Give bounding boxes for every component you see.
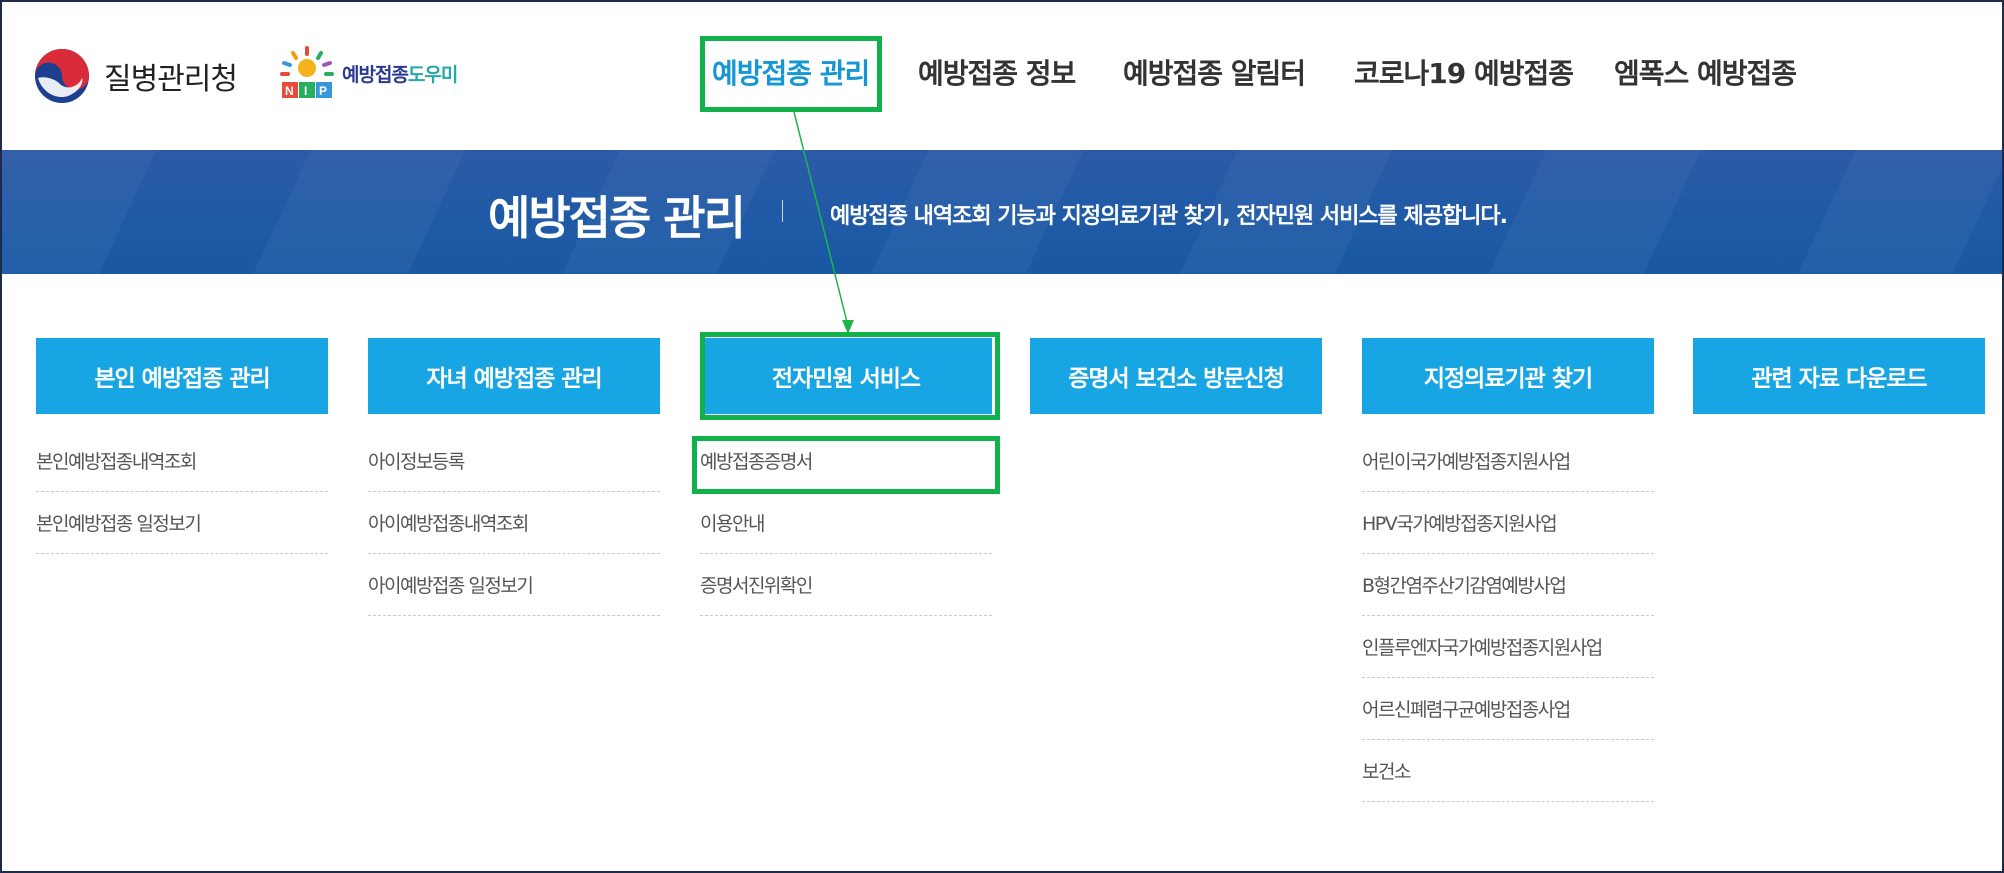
kdca-logo[interactable]: 질병관리청 <box>34 48 238 104</box>
nip-text-part1: 예방접종 <box>342 63 409 86</box>
kdca-emblem-icon <box>35 49 89 103</box>
page-description: 예방접종 내역조회 기능과 지정의료기관 찾기, 전자민원 서비스를 제공합니다… <box>830 204 1508 229</box>
nip-logo-text: 예방접종도우미 <box>342 60 458 87</box>
health-center-visit-button[interactable]: 증명서 보건소 방문신청 <box>1030 338 1322 414</box>
e-civil-service-button[interactable]: 전자민원 서비스 <box>700 338 992 414</box>
nip-sun-icon: N I P <box>280 46 334 98</box>
list-item[interactable]: 아이예방접종 일정보기 <box>368 554 660 616</box>
list-item[interactable]: 어린이국가예방접종지원사업 <box>1362 430 1654 492</box>
list-item[interactable]: 아이정보등록 <box>368 430 660 492</box>
org-name: 질병관리청 <box>104 62 238 97</box>
menu-column-self: 본인 예방접종 관리 본인예방접종내역조회 본인예방접종 일정보기 <box>36 338 328 554</box>
e-civil-service-list: 예방접종증명서 이용안내 증명서진위확인 <box>700 430 992 616</box>
nav-vaccination-info[interactable]: 예방접종 정보 <box>918 52 1076 92</box>
designated-institution-list: 어린이국가예방접종지원사업 HPV국가예방접종지원사업 B형간염주산기감염예방사… <box>1362 430 1654 802</box>
nip-badge-i: I <box>304 84 307 98</box>
banner-divider <box>782 200 783 222</box>
nip-text-part2: 도우미 <box>407 63 458 86</box>
list-item[interactable]: 어르신폐렴구균예방접종사업 <box>1362 678 1654 740</box>
nav-vaccination-notice[interactable]: 예방접종 알림터 <box>1123 52 1306 92</box>
child-vaccination-button[interactable]: 자녀 예방접종 관리 <box>368 338 660 414</box>
list-item[interactable]: HPV국가예방접종지원사업 <box>1362 492 1654 554</box>
list-item[interactable]: 본인예방접종내역조회 <box>36 430 328 492</box>
site-header: 질병관리청 N I P 예방접종도우미 예방접종 관리 예방접종 정보 예방접종… <box>0 0 2004 150</box>
list-item[interactable]: 증명서진위확인 <box>700 554 992 616</box>
menu-column-child: 자녀 예방접종 관리 아이정보등록 아이예방접종내역조회 아이예방접종 일정보기 <box>368 338 660 616</box>
page-banner: 예방접종 관리 예방접종 내역조회 기능과 지정의료기관 찾기, 전자민원 서비… <box>2 150 2002 274</box>
downloads-button[interactable]: 관련 자료 다운로드 <box>1693 338 1985 414</box>
menu-column-designated: 지정의료기관 찾기 어린이국가예방접종지원사업 HPV국가예방접종지원사업 B형… <box>1362 338 1654 802</box>
menu-column-e-civil: 전자민원 서비스 예방접종증명서 이용안내 증명서진위확인 <box>700 338 992 616</box>
list-item[interactable]: 인플루엔자국가예방접종지원사업 <box>1362 616 1654 678</box>
nip-logo[interactable]: N I P 예방접종도우미 <box>276 46 458 100</box>
list-item[interactable]: B형간염주산기감염예방사업 <box>1362 554 1654 616</box>
nav-covid19-vaccination[interactable]: 코로나19 예방접종 <box>1354 52 1574 92</box>
nip-badge-n: N <box>285 84 294 98</box>
nav-mpox-vaccination[interactable]: 엠폭스 예방접종 <box>1614 52 1797 92</box>
page-title: 예방접종 관리 <box>488 191 746 245</box>
list-item[interactable]: 이용안내 <box>700 492 992 554</box>
list-item[interactable]: 아이예방접종내역조회 <box>368 492 660 554</box>
self-vaccination-button[interactable]: 본인 예방접종 관리 <box>36 338 328 414</box>
self-vaccination-list: 본인예방접종내역조회 본인예방접종 일정보기 <box>36 430 328 554</box>
nip-badge-p: P <box>319 84 327 98</box>
menu-column-downloads: 관련 자료 다운로드 <box>1693 338 1985 414</box>
menu-column-health-center: 증명서 보건소 방문신청 <box>1030 338 1322 414</box>
nav-vaccination-management[interactable]: 예방접종 관리 <box>712 52 870 92</box>
list-item[interactable]: 본인예방접종 일정보기 <box>36 492 328 554</box>
child-vaccination-list: 아이정보등록 아이예방접종내역조회 아이예방접종 일정보기 <box>368 430 660 616</box>
list-item[interactable]: 보건소 <box>1362 740 1654 802</box>
designated-institution-button[interactable]: 지정의료기관 찾기 <box>1362 338 1654 414</box>
list-item-vaccination-certificate[interactable]: 예방접종증명서 <box>700 430 992 492</box>
